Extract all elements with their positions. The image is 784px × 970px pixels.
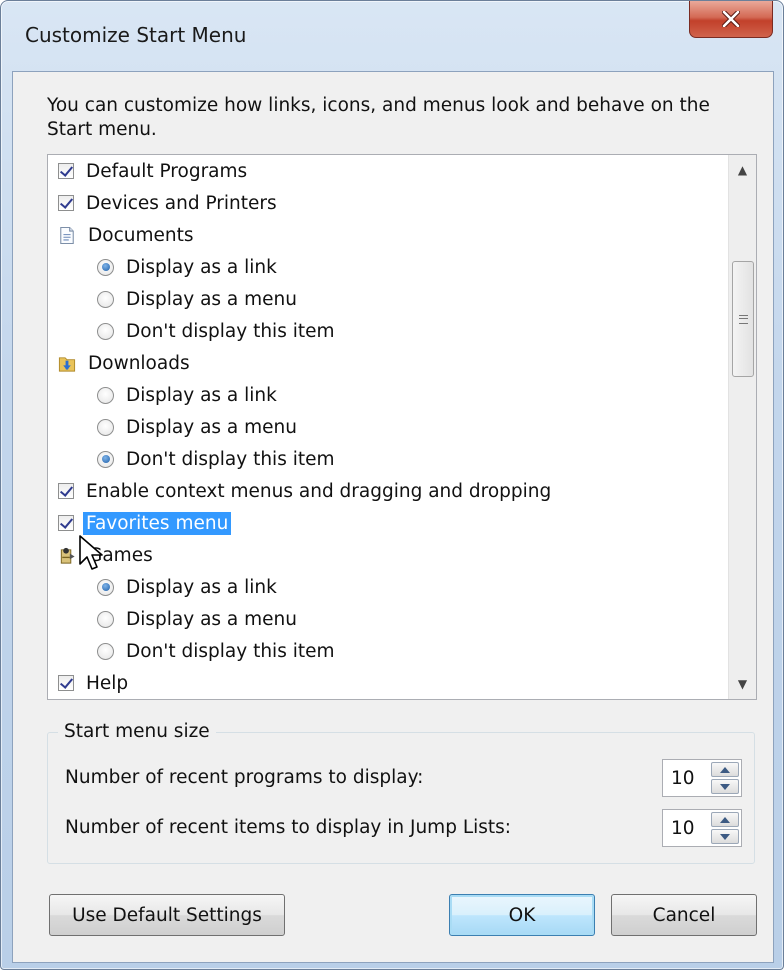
checkbox[interactable]	[58, 163, 74, 179]
spin-down-icon	[720, 833, 730, 840]
title-bar[interactable]: Customize Start Menu	[1, 1, 783, 71]
jump-list-items-spinner[interactable]: 10	[662, 809, 742, 847]
checkbox[interactable]	[58, 515, 74, 531]
option-label: Games	[88, 544, 153, 566]
recent-programs-decrement[interactable]	[711, 779, 739, 794]
option-label: Display as a link	[126, 256, 277, 278]
jump-list-items-label: Number of recent items to display in Jum…	[65, 817, 512, 838]
option-label: Display as a menu	[126, 416, 297, 438]
radio-button[interactable]	[97, 642, 114, 660]
radio-button[interactable]	[97, 610, 114, 628]
option-group-header[interactable]: Downloads	[48, 347, 728, 379]
documents-icon	[58, 225, 76, 245]
option-label: Display as a link	[126, 384, 277, 406]
option-label: Display as a menu	[126, 608, 297, 630]
checkbox-option[interactable]: Favorites menu	[48, 507, 728, 539]
option-label: Enable context menus and dragging and dr…	[86, 480, 552, 502]
ok-button[interactable]: OK	[449, 894, 595, 936]
checkbox[interactable]	[58, 195, 74, 211]
checkbox[interactable]	[58, 483, 74, 499]
recent-programs-label: Number of recent programs to display:	[65, 767, 424, 788]
jump-list-items-increment[interactable]	[711, 812, 739, 827]
radio-option[interactable]: Display as a menu	[48, 283, 728, 315]
radio-button[interactable]	[97, 322, 114, 340]
downloads-icon	[58, 353, 76, 373]
option-label: Downloads	[88, 352, 190, 374]
radio-button[interactable]	[97, 258, 114, 276]
recent-programs-increment[interactable]	[711, 762, 739, 777]
radio-option[interactable]: Display as a link	[48, 571, 728, 603]
scroll-up-arrow-icon: ▲	[737, 163, 748, 177]
dialog-body: You can customize how links, icons, and …	[12, 71, 774, 963]
radio-option[interactable]: Don't display this item	[48, 315, 728, 347]
scrollbar-thumb[interactable]	[732, 261, 754, 377]
intro-text: You can customize how links, icons, and …	[47, 95, 710, 140]
checkbox[interactable]	[58, 675, 74, 691]
cancel-button[interactable]: Cancel	[611, 894, 757, 936]
options-list-content: Default Programs Devices and Printers Docu…	[48, 155, 728, 699]
vertical-scrollbar[interactable]: ▲ ▼	[728, 155, 756, 699]
checkbox-option[interactable]: Devices and Printers	[48, 187, 728, 219]
option-label: Display as a link	[126, 576, 277, 598]
spin-up-icon	[720, 766, 730, 773]
option-label: Help	[86, 672, 129, 694]
close-button[interactable]	[689, 1, 773, 38]
radio-button[interactable]	[97, 578, 114, 596]
jump-list-items-decrement[interactable]	[711, 829, 739, 844]
recent-programs-value[interactable]: 10	[671, 768, 695, 789]
radio-option[interactable]: Don't display this item	[48, 635, 728, 667]
close-icon	[722, 11, 740, 27]
radio-option[interactable]: Display as a menu	[48, 603, 728, 635]
radio-option[interactable]: Display as a link	[48, 379, 728, 411]
games-icon	[58, 545, 76, 565]
option-label: Favorites menu	[83, 511, 232, 535]
start-menu-size-legend: Start menu size	[58, 721, 216, 742]
option-label: Don't display this item	[126, 320, 335, 342]
option-group-header[interactable]: Documents	[48, 219, 728, 251]
start-menu-options-list[interactable]: Default Programs Devices and Printers Docu…	[47, 154, 757, 700]
customize-start-menu-dialog: Customize Start Menu You can customize h…	[0, 0, 784, 970]
radio-button[interactable]	[97, 290, 114, 308]
option-group-header[interactable]: Games	[48, 539, 728, 571]
recent-programs-spinner[interactable]: 10	[662, 759, 742, 797]
radio-button[interactable]	[97, 450, 114, 468]
option-label: Don't display this item	[126, 448, 335, 470]
scroll-down-arrow-icon: ▼	[737, 677, 748, 691]
window-title: Customize Start Menu	[25, 23, 247, 47]
spin-up-icon	[720, 816, 730, 823]
option-label: Don't display this item	[126, 640, 335, 662]
checkbox-option[interactable]: Default Programs	[48, 155, 728, 187]
option-label: Default Programs	[86, 160, 248, 182]
option-label: Devices and Printers	[86, 192, 277, 214]
use-default-settings-button[interactable]: Use Default Settings	[49, 894, 285, 936]
option-label: Documents	[88, 224, 194, 246]
radio-button[interactable]	[97, 418, 114, 436]
start-menu-size-group: Start menu size Number of recent program…	[47, 721, 755, 864]
checkbox-option[interactable]: Help	[48, 667, 728, 699]
spin-down-icon	[720, 783, 730, 790]
jump-list-items-value[interactable]: 10	[671, 818, 695, 839]
option-label: Display as a menu	[126, 288, 297, 310]
scroll-up-button[interactable]: ▲	[729, 155, 756, 185]
checkbox-option[interactable]: Enable context menus and dragging and dr…	[48, 475, 728, 507]
radio-option[interactable]: Display as a menu	[48, 411, 728, 443]
radio-option[interactable]: Display as a link	[48, 251, 728, 283]
scroll-down-button[interactable]: ▼	[729, 669, 756, 699]
radio-button[interactable]	[97, 386, 114, 404]
radio-option[interactable]: Don't display this item	[48, 443, 728, 475]
scrollbar-grip-icon	[738, 314, 748, 324]
